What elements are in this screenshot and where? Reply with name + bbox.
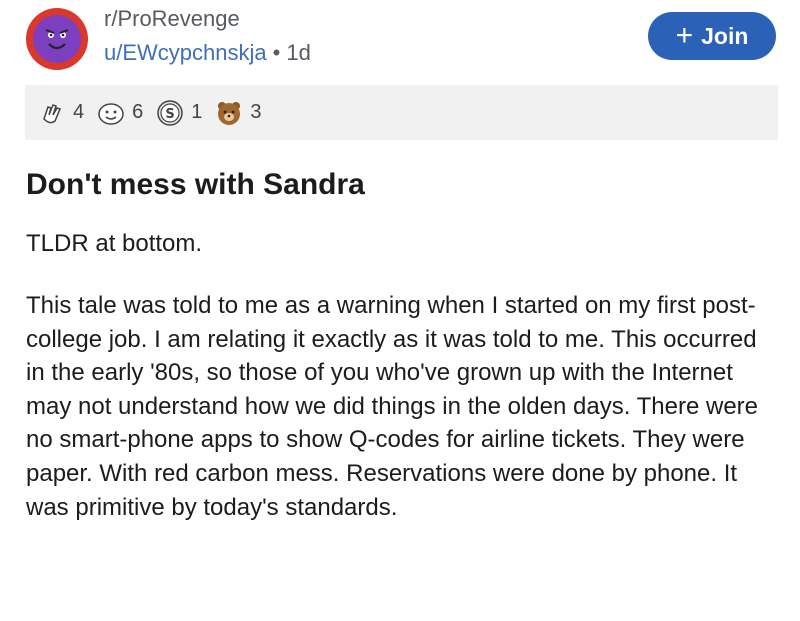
award-count: 4	[73, 101, 85, 123]
post-body: This tale was told to me as a warning wh…	[26, 292, 758, 521]
post-title[interactable]: Don't mess with Sandra	[26, 168, 365, 202]
post-header: r/ProRevenge u/EWcypchnskja • 1d + Join	[0, 0, 800, 80]
svg-text:S: S	[166, 107, 175, 122]
subreddit-avatar[interactable]	[26, 8, 88, 70]
award-count: 6	[132, 101, 144, 123]
bear-award-icon	[214, 98, 244, 128]
face-award-icon	[96, 98, 126, 128]
silver-coin-award-icon: S	[155, 98, 185, 128]
meta-separator: •	[272, 40, 281, 65]
post-meta: u/EWcypchnskja • 1d	[104, 40, 311, 66]
award-item[interactable]: S 1	[155, 98, 202, 128]
award-item[interactable]: 4	[37, 98, 84, 128]
join-label: Join	[701, 22, 749, 49]
clapping-hands-award-icon	[37, 98, 67, 128]
post-age: 1d	[286, 40, 311, 65]
join-button[interactable]: + Join	[648, 12, 776, 60]
author-username[interactable]: u/EWcypchnskja	[104, 40, 267, 65]
post-tldr: TLDR at bottom.	[26, 230, 203, 257]
subreddit-name[interactable]: r/ProRevenge	[104, 6, 240, 32]
award-count: 3	[250, 101, 262, 123]
award-item[interactable]: 3	[214, 98, 262, 128]
plus-icon: +	[675, 19, 694, 52]
award-count: 1	[191, 101, 203, 123]
award-item[interactable]: 6	[96, 98, 143, 128]
awards-bar[interactable]: 4 6 S 1 3	[25, 85, 778, 140]
devil-face-icon	[33, 15, 81, 63]
